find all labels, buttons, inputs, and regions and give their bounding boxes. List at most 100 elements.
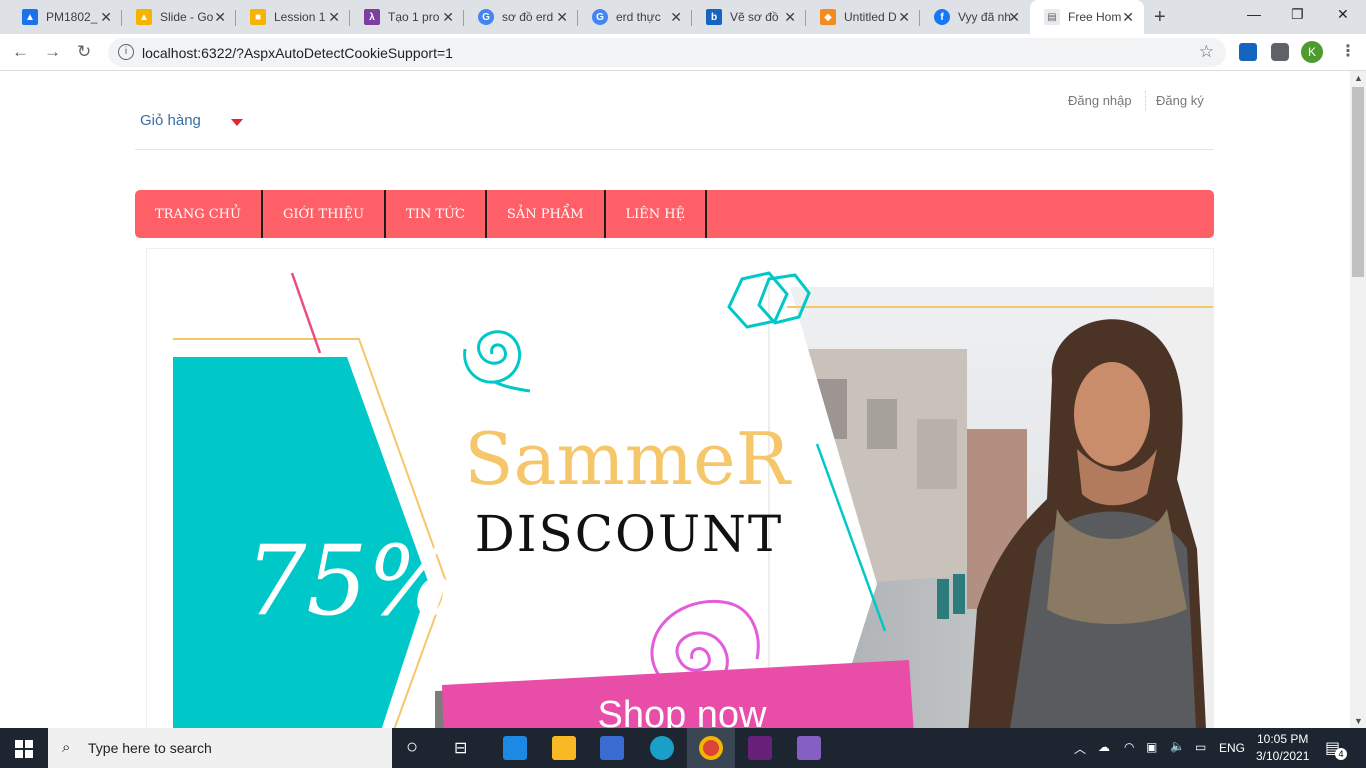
reload-icon[interactable]: ↻ (77, 42, 91, 62)
close-tab-icon[interactable]: ✕ (328, 9, 340, 26)
tab-title: erd thực (616, 10, 661, 24)
browser-toolbar: ← → ↻ i localhost:6322/?AspxAutoDetectCo… (0, 34, 1366, 71)
discount-percent: 75% (245, 525, 458, 637)
banner-headline: SammeR (464, 417, 791, 501)
nav-item-products[interactable]: SẢN PHẨM (487, 190, 606, 238)
banner-graphic: 75% SammeR DISCOUNT Shop now (173, 271, 1213, 728)
auth-divider (1145, 91, 1146, 111)
tab-erd-thuc[interactable]: G erd thực ✕ (578, 0, 692, 34)
nav-item-news[interactable]: TIN TỨC (386, 190, 487, 238)
url-text[interactable]: localhost:6322/?AspxAutoDetectCookieSupp… (142, 45, 453, 61)
scrollbar-thumb[interactable] (1352, 87, 1364, 277)
new-tab-icon[interactable]: + (1154, 6, 1166, 29)
close-tab-icon[interactable]: ✕ (442, 9, 454, 26)
clock-time[interactable]: 10:05 PM (1257, 732, 1308, 746)
header-divider (135, 149, 1214, 150)
tab-strip: ▲ PM1802_ ✕ ▲ Slide - Go ✕ ■ Lession 1 ✕… (0, 0, 1366, 34)
visual-studio-icon[interactable] (748, 736, 772, 760)
mail-icon[interactable] (503, 736, 527, 760)
close-tab-icon[interactable]: ✕ (1122, 9, 1134, 26)
notification-badge: 4 (1335, 748, 1347, 760)
hero-banner: 75% SammeR DISCOUNT Shop now (146, 248, 1214, 728)
cart-link[interactable]: Giỏ hàng (140, 112, 201, 129)
chrome-icon[interactable] (699, 736, 723, 760)
close-tab-icon[interactable]: ✕ (784, 9, 796, 26)
back-icon[interactable]: ← (12, 42, 29, 62)
close-tab-icon[interactable]: ✕ (898, 9, 910, 26)
scroll-down-icon[interactable]: ▼ (1354, 716, 1363, 726)
volume-icon[interactable]: 🔈 (1170, 739, 1185, 753)
windows-start-icon[interactable] (15, 740, 33, 758)
login-link[interactable]: Đăng nhập (1068, 93, 1132, 108)
facebook-icon: f (934, 9, 950, 25)
close-tab-icon[interactable]: ✕ (670, 9, 682, 26)
browser-chrome: ▲ PM1802_ ✕ ▲ Slide - Go ✕ ■ Lession 1 ✕… (0, 0, 1366, 71)
bing-icon: b (706, 9, 722, 25)
tab-untitled[interactable]: ◆ Untitled D ✕ (806, 0, 920, 34)
show-hidden-icons[interactable]: ︿ (1074, 740, 1086, 757)
clock-date[interactable]: 3/10/2021 (1256, 749, 1309, 763)
google-icon: G (478, 9, 494, 25)
search-icon: ⌕ (62, 739, 71, 756)
close-window-icon[interactable]: ✕ (1337, 6, 1349, 23)
display-icon[interactable]: ▣ (1146, 740, 1157, 754)
nav-item-about[interactable]: GIỚI THIỆU (263, 190, 387, 238)
info-icon[interactable]: i (118, 44, 134, 60)
cart-dropdown-caret-icon[interactable] (231, 119, 243, 126)
close-tab-icon[interactable]: ✕ (1008, 9, 1020, 26)
extension-icon[interactable] (1239, 43, 1257, 61)
extensions-puzzle-icon[interactable] (1271, 43, 1289, 61)
restore-icon[interactable]: ❐ (1291, 6, 1304, 23)
browser-menu-icon[interactable]: ⋮ (1340, 41, 1356, 61)
file-explorer-icon[interactable] (552, 736, 576, 760)
tab-title: Tạo 1 pro (388, 10, 440, 24)
close-tab-icon[interactable]: ✕ (556, 9, 568, 26)
tab-tao[interactable]: λ Tạo 1 pro ✕ (350, 0, 464, 34)
windows-taskbar: ⌕ Type here to search ○ ⊟ ︿ ☁ ◠ ▣ 🔈 ▭ EN… (0, 728, 1366, 768)
visual-studio-2-icon[interactable] (797, 736, 821, 760)
minimize-icon[interactable]: — (1247, 6, 1261, 22)
shop-now-button[interactable]: Shop now (597, 694, 767, 728)
edge-icon[interactable] (650, 736, 674, 760)
close-tab-icon[interactable]: ✕ (100, 9, 112, 26)
onedrive-icon[interactable]: ☁ (1098, 740, 1110, 754)
battery-icon[interactable]: ▭ (1195, 740, 1206, 754)
tab-title: PM1802_ (46, 10, 98, 24)
google-drive-icon: ▲ (136, 9, 152, 25)
store-icon[interactable] (600, 736, 624, 760)
tab-ve-so-do[interactable]: b Vẽ sơ đồ ✕ (692, 0, 806, 34)
tab-title: sơ đồ erd (502, 10, 554, 24)
address-bar[interactable]: i localhost:6322/?AspxAutoDetectCookieSu… (108, 38, 1226, 67)
main-navigation: TRANG CHỦ GIỚI THIỆU TIN TỨC SẢN PHẨM LI… (135, 190, 1214, 238)
scroll-up-icon[interactable]: ▲ (1354, 73, 1363, 83)
tab-facebook[interactable]: f Vyy đã nh ✕ (920, 0, 1030, 34)
tab-free-home[interactable]: ▤ Free Hom ✕ (1030, 0, 1144, 34)
wifi-icon[interactable]: ◠ (1124, 740, 1134, 754)
chrome-active-slot[interactable] (687, 728, 735, 768)
tab-title: Untitled D (844, 10, 897, 24)
register-link[interactable]: Đăng ký (1156, 93, 1204, 108)
web-page: Giỏ hàng Đăng nhập Đăng ký TRANG CHỦ GIỚ… (0, 71, 1350, 728)
tab-title: Lession 1 (274, 10, 326, 24)
tab-so-do-erd[interactable]: G sơ đồ erd ✕ (464, 0, 578, 34)
taskbar-search[interactable]: ⌕ Type here to search (48, 728, 392, 768)
lambda-icon: λ (364, 9, 380, 25)
search-placeholder: Type here to search (88, 740, 212, 756)
bookmark-star-icon[interactable]: ☆ (1199, 42, 1214, 62)
close-tab-icon[interactable]: ✕ (214, 9, 226, 26)
forward-icon[interactable]: → (44, 42, 61, 62)
tab-lession[interactable]: ■ Lession 1 ✕ (236, 0, 350, 34)
nav-item-home[interactable]: TRANG CHỦ (135, 190, 263, 238)
tab-pm1802[interactable]: ▲ PM1802_ ✕ (8, 0, 122, 34)
task-view-icon[interactable]: ⊟ (454, 738, 467, 758)
profile-avatar[interactable]: K (1301, 41, 1323, 63)
page-icon: ▤ (1044, 9, 1060, 25)
nav-item-contact[interactable]: LIÊN HỆ (606, 190, 708, 238)
page-scrollbar[interactable]: ▲ ▼ (1350, 71, 1366, 728)
drawio-icon: ◆ (820, 9, 836, 25)
language-indicator[interactable]: ENG (1219, 741, 1245, 755)
tab-slide[interactable]: ▲ Slide - Go ✕ (122, 0, 236, 34)
google-classroom-icon: ▲ (22, 9, 38, 25)
tab-title: Vẽ sơ đồ (730, 10, 779, 24)
cortana-icon[interactable]: ○ (406, 736, 418, 759)
